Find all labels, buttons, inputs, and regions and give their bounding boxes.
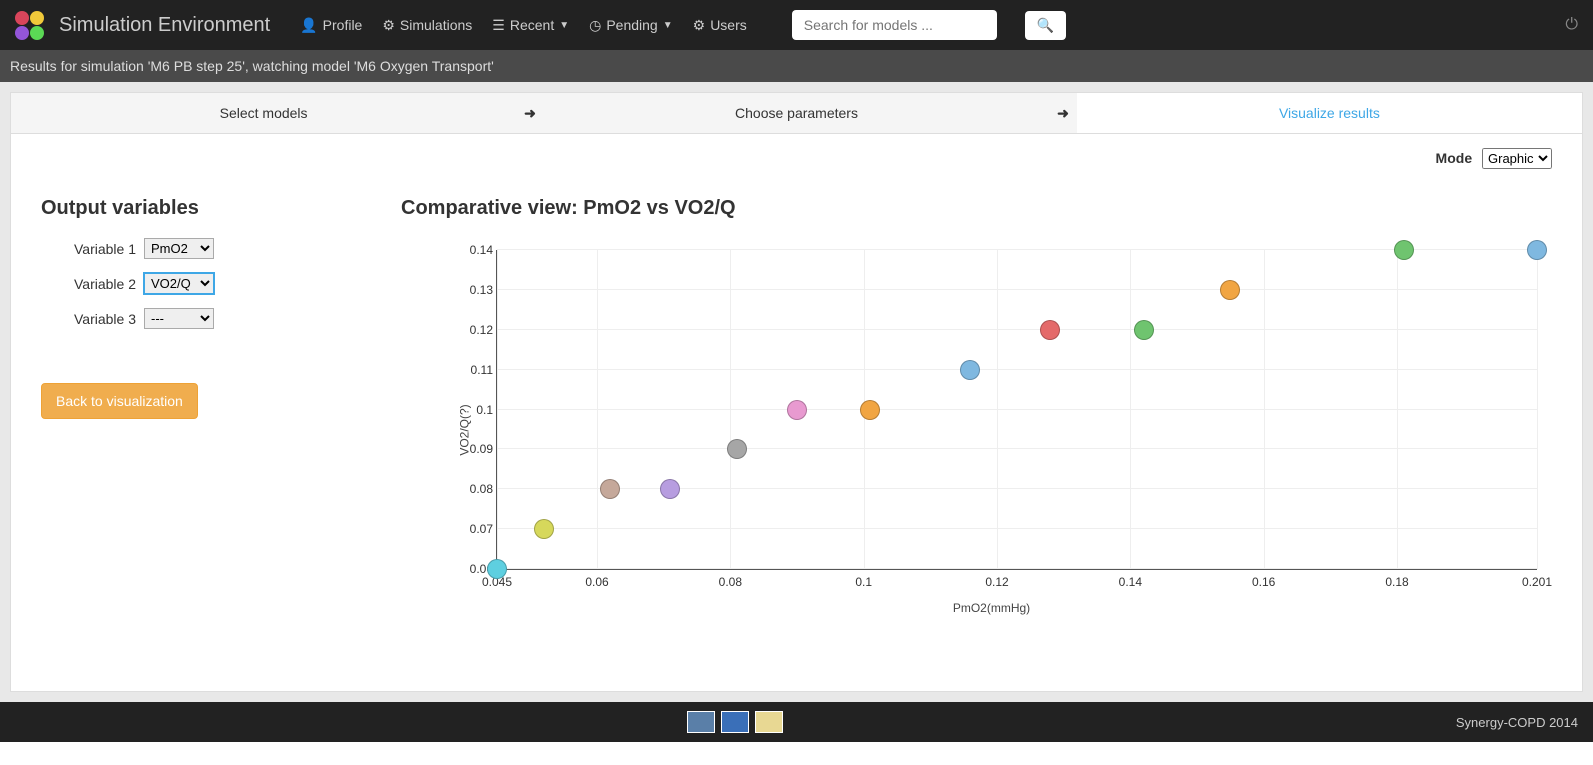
- gear-icon: ⚙: [693, 17, 706, 34]
- data-point[interactable]: [1394, 240, 1414, 260]
- data-point[interactable]: [1527, 240, 1547, 260]
- y-tick: 0.11: [459, 363, 493, 377]
- var1-label: Variable 1: [41, 241, 136, 257]
- y-tick: 0.14: [459, 243, 493, 257]
- footer-logos: [687, 711, 783, 733]
- data-point[interactable]: [600, 479, 620, 499]
- subheader-text: Results for simulation 'M6 PB step 25', …: [0, 50, 1593, 82]
- data-point[interactable]: [487, 559, 507, 579]
- chevron-right-icon: ➜: [516, 93, 544, 133]
- search-input-wrap: [792, 10, 997, 40]
- nav-recent[interactable]: ☰Recent▼: [492, 17, 569, 34]
- gear-icon: ⚙: [382, 17, 395, 34]
- var1-select[interactable]: PmO2: [144, 238, 214, 259]
- data-point[interactable]: [534, 519, 554, 539]
- scatter-chart: VO2/Q(?) PmO2(mmHg) 0.0450.060.080.10.12…: [431, 240, 1552, 620]
- x-tick: 0.06: [585, 575, 608, 589]
- wizard-step-1[interactable]: Select models: [11, 93, 516, 133]
- power-button[interactable]: ⏻: [1565, 16, 1578, 34]
- caret-down-icon: ▼: [663, 20, 673, 31]
- y-tick: 0.07: [459, 522, 493, 536]
- y-tick: 0.13: [459, 283, 493, 297]
- nav-profile[interactable]: 👤Profile: [300, 17, 362, 34]
- mode-select[interactable]: Graphic: [1482, 148, 1552, 169]
- x-tick: 0.18: [1385, 575, 1408, 589]
- data-point[interactable]: [960, 360, 980, 380]
- data-point[interactable]: [1134, 320, 1154, 340]
- x-tick: 0.201: [1522, 575, 1552, 589]
- var2-select[interactable]: VO2/Q: [144, 273, 214, 294]
- x-axis-label: PmO2(mmHg): [953, 601, 1030, 615]
- y-tick: 0.08: [459, 482, 493, 496]
- brand-title[interactable]: Simulation Environment: [59, 14, 270, 37]
- clock-icon: ◷: [589, 17, 601, 34]
- footer-text: Synergy-COPD 2014: [1456, 715, 1578, 730]
- data-point[interactable]: [787, 400, 807, 420]
- data-point[interactable]: [1220, 280, 1240, 300]
- search-button[interactable]: 🔍: [1025, 11, 1066, 40]
- data-point[interactable]: [860, 400, 880, 420]
- wizard-step-3[interactable]: Visualize results: [1077, 93, 1582, 133]
- data-point[interactable]: [1040, 320, 1060, 340]
- y-tick: 0.12: [459, 323, 493, 337]
- x-tick: 0.12: [985, 575, 1008, 589]
- var3-label: Variable 3: [41, 311, 136, 327]
- sidebar-title: Output variables: [41, 197, 401, 220]
- x-tick: 0.16: [1252, 575, 1275, 589]
- chart-title: Comparative view: PmO2 vs VO2/Q: [401, 197, 1552, 220]
- app-logo[interactable]: [15, 11, 44, 40]
- mode-label: Mode: [1436, 150, 1473, 166]
- back-button[interactable]: Back to visualization: [41, 383, 198, 419]
- caret-down-icon: ▼: [559, 20, 569, 31]
- x-tick: 0.1: [855, 575, 872, 589]
- data-point[interactable]: [660, 479, 680, 499]
- y-tick: 0.09: [459, 442, 493, 456]
- chevron-right-icon: ➜: [1049, 93, 1077, 133]
- y-tick: 0.1: [459, 403, 493, 417]
- nav-simulations[interactable]: ⚙Simulations: [382, 17, 472, 34]
- list-icon: ☰: [492, 17, 505, 34]
- wizard-steps: Select models ➜ Choose parameters ➜ Visu…: [11, 93, 1582, 134]
- wizard-step-2[interactable]: Choose parameters: [544, 93, 1049, 133]
- search-icon: 🔍: [1037, 17, 1054, 33]
- nav-users[interactable]: ⚙Users: [693, 17, 747, 34]
- search-input[interactable]: [804, 17, 985, 33]
- data-point[interactable]: [727, 439, 747, 459]
- x-tick: 0.14: [1119, 575, 1142, 589]
- x-tick: 0.08: [719, 575, 742, 589]
- user-icon: 👤: [300, 17, 317, 34]
- var2-label: Variable 2: [41, 276, 136, 292]
- var3-select[interactable]: ---: [144, 308, 214, 329]
- nav-pending[interactable]: ◷Pending▼: [589, 17, 673, 34]
